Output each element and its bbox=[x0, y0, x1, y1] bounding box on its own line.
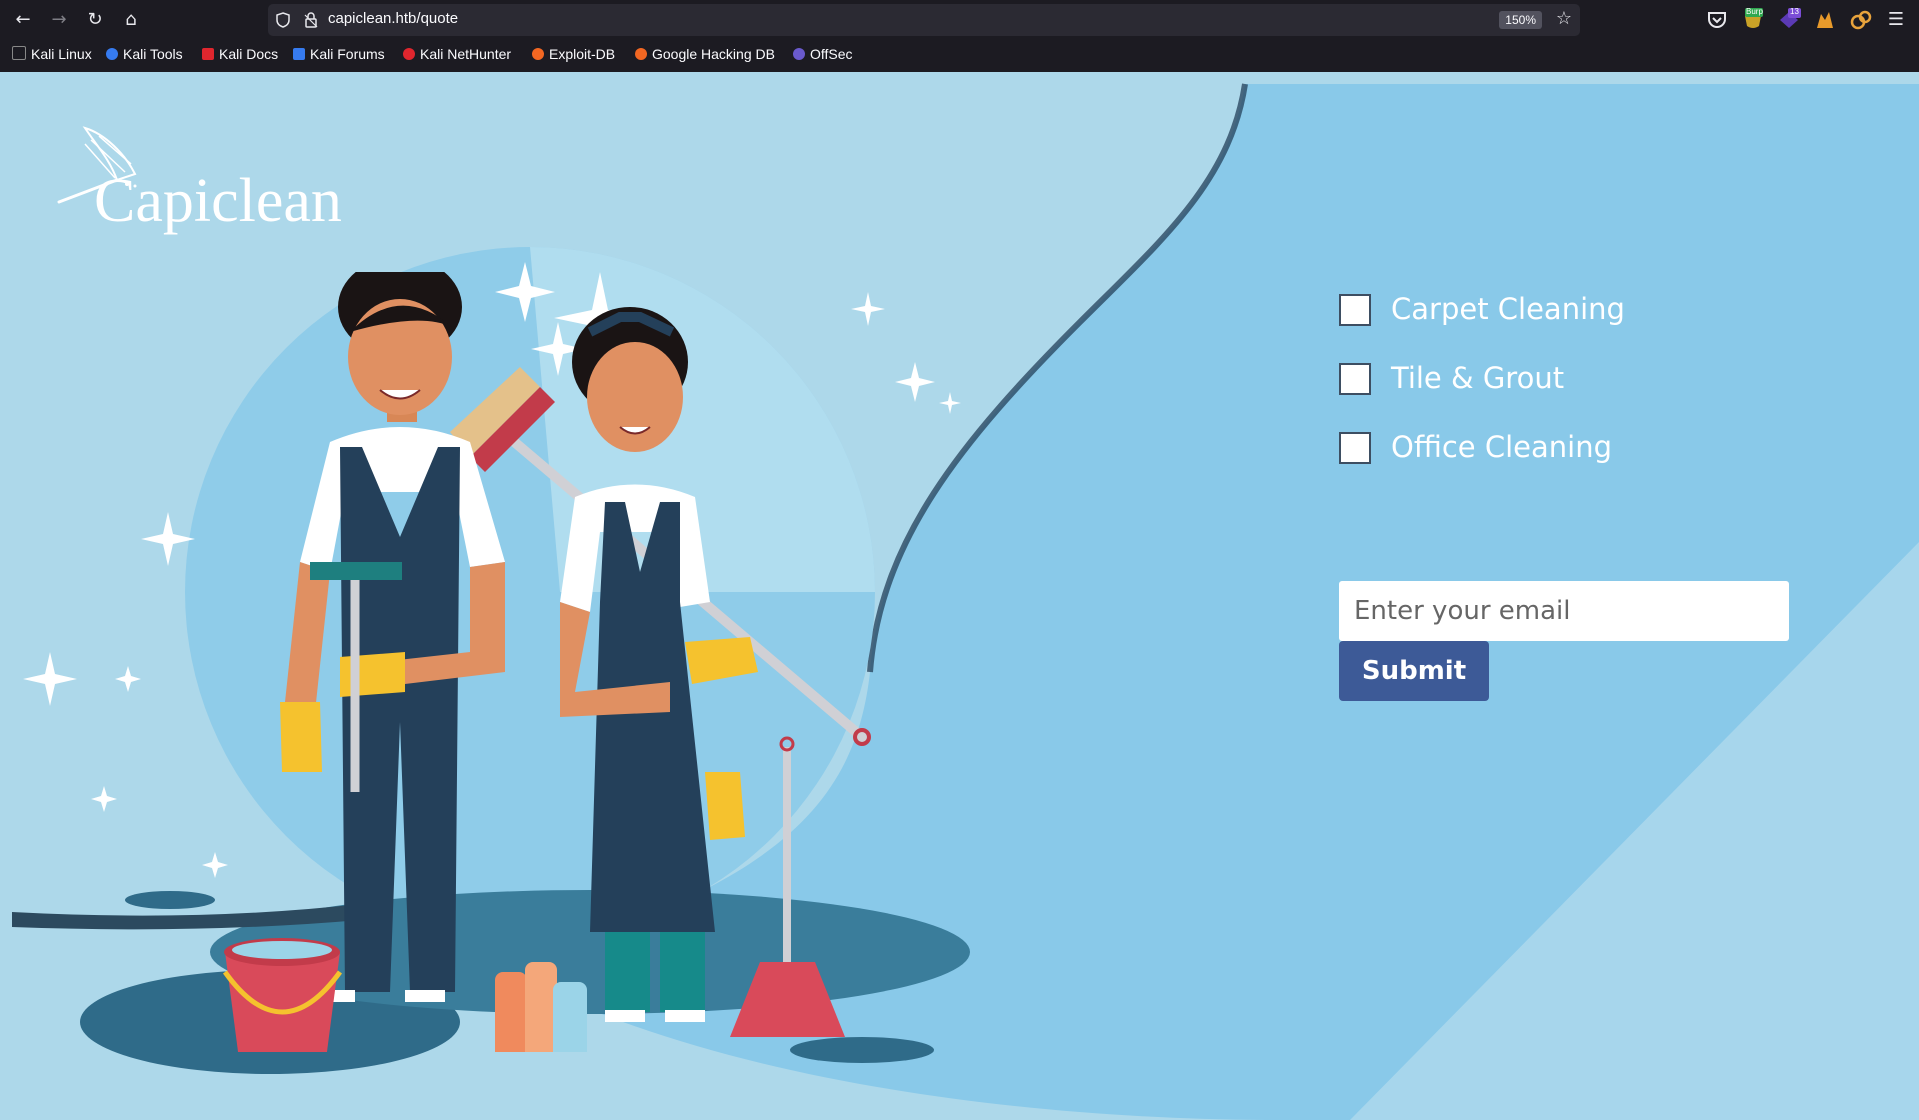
exploit-db-icon bbox=[532, 48, 544, 60]
tile-grout-checkbox[interactable] bbox=[1339, 363, 1371, 395]
burp-extension-icon[interactable]: Burp bbox=[1741, 7, 1765, 32]
menu-icon[interactable]: ☰ bbox=[1885, 9, 1907, 31]
bookmark-exploit-db[interactable]: Exploit-DB bbox=[532, 46, 615, 66]
bookmark-google-hacking-db[interactable]: Google Hacking DB bbox=[635, 46, 775, 66]
bookmark-kali-forums[interactable]: Kali Forums bbox=[293, 46, 385, 66]
office-cleaning-label[interactable]: Office Cleaning bbox=[1391, 430, 1612, 464]
kali-docs-icon bbox=[202, 48, 214, 60]
ghdb-icon bbox=[635, 48, 647, 60]
bookmark-kali-tools[interactable]: Kali Tools bbox=[106, 46, 183, 66]
office-cleaning-checkbox[interactable] bbox=[1339, 432, 1371, 464]
counter-badge: 13 bbox=[1790, 7, 1799, 16]
forward-button[interactable]: → bbox=[48, 9, 70, 31]
back-button[interactable]: ← bbox=[12, 9, 34, 31]
quote-page: Capiclean Carpet Cleaning Tile & Grout O… bbox=[0, 72, 1919, 1120]
nethunter-icon bbox=[403, 48, 415, 60]
shield-icon[interactable] bbox=[276, 12, 290, 28]
burp-badge: Burp bbox=[1746, 7, 1763, 16]
address-bar[interactable]: capiclean.htb/quote 150% ☆ bbox=[268, 4, 1580, 36]
carpet-cleaning-checkbox[interactable] bbox=[1339, 294, 1371, 326]
bookmark-star-icon[interactable]: ☆ bbox=[1556, 8, 1572, 29]
bookmark-kali-nethunter[interactable]: Kali NetHunter bbox=[403, 46, 511, 66]
kali-tools-icon bbox=[106, 48, 118, 60]
browser-toolbar: ← → ↻ ⌂ capiclean.htb/quote 150% ☆ Burp … bbox=[0, 0, 1919, 72]
shield-extension-icon[interactable]: 13 bbox=[1777, 7, 1801, 32]
zoom-indicator[interactable]: 150% bbox=[1499, 11, 1542, 29]
offsec-icon bbox=[793, 48, 805, 60]
submit-button[interactable]: Submit bbox=[1339, 641, 1489, 701]
reload-button[interactable]: ↻ bbox=[84, 9, 106, 31]
bookmark-kali-linux[interactable]: Kali Linux bbox=[12, 46, 92, 66]
cookie-extension-icon[interactable] bbox=[1849, 8, 1873, 32]
kali-icon bbox=[12, 46, 26, 60]
lock-icon[interactable] bbox=[304, 12, 318, 28]
kali-forums-icon bbox=[293, 48, 305, 60]
foxyproxy-icon[interactable] bbox=[1813, 8, 1837, 32]
site-logo[interactable]: Capiclean bbox=[94, 166, 342, 237]
email-input[interactable] bbox=[1339, 581, 1789, 641]
bookmark-kali-docs[interactable]: Kali Docs bbox=[202, 46, 278, 66]
pocket-icon[interactable] bbox=[1705, 8, 1729, 32]
url-text[interactable]: capiclean.htb/quote bbox=[328, 10, 458, 27]
carpet-cleaning-label[interactable]: Carpet Cleaning bbox=[1391, 292, 1625, 326]
cleaners-illustration bbox=[222, 272, 871, 1052]
bookmark-offsec[interactable]: OffSec bbox=[793, 46, 853, 66]
tile-grout-label[interactable]: Tile & Grout bbox=[1391, 361, 1564, 395]
home-button[interactable]: ⌂ bbox=[120, 9, 142, 31]
